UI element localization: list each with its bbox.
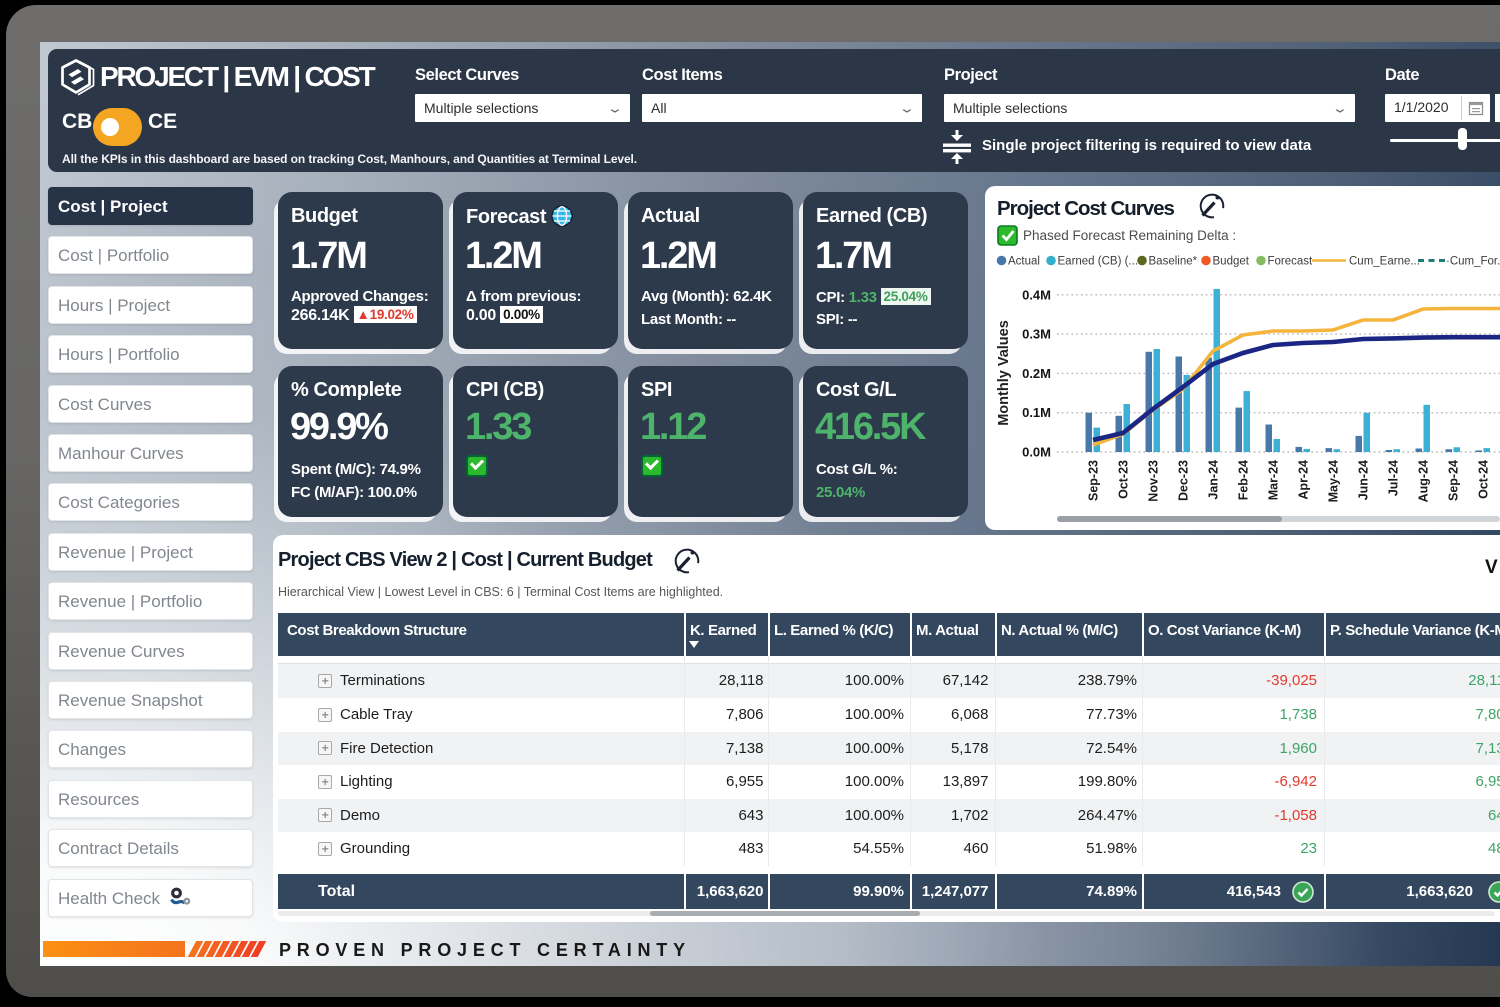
svg-text:Jan-24: Jan-24 xyxy=(1207,460,1221,500)
svg-text:Oct-24: Oct-24 xyxy=(1477,460,1491,499)
svg-text:Monthly Values: Monthly Values xyxy=(996,320,1012,426)
svg-text:Phased Forecast Remaining Delt: Phased Forecast Remaining Delta : xyxy=(1023,228,1236,243)
svg-text:0.2M: 0.2M xyxy=(1022,366,1051,381)
svg-text:0.4M: 0.4M xyxy=(1022,287,1051,302)
svg-text:May-24: May-24 xyxy=(1327,460,1341,502)
svg-text:Sep-24: Sep-24 xyxy=(1447,460,1461,501)
svg-text:Feb-24: Feb-24 xyxy=(1237,460,1251,500)
svg-text:Oct-23: Oct-23 xyxy=(1117,460,1131,499)
svg-text:Nov-23: Nov-23 xyxy=(1147,460,1161,502)
svg-text:Dec-23: Dec-23 xyxy=(1177,460,1191,501)
svg-text:Actual: Actual xyxy=(1008,256,1040,268)
svg-text:Baseline*: Baseline* xyxy=(1149,256,1198,268)
svg-text:Apr-24: Apr-24 xyxy=(1297,460,1311,500)
svg-text:Aug-24: Aug-24 xyxy=(1417,460,1431,502)
svg-text:0.0M: 0.0M xyxy=(1022,445,1051,460)
svg-text:Forecast: Forecast xyxy=(1268,256,1314,268)
svg-text:Budget: Budget xyxy=(1213,256,1250,268)
svg-text:0.3M: 0.3M xyxy=(1022,327,1051,342)
svg-text:Earned (CB) (...: Earned (CB) (... xyxy=(1058,256,1139,268)
svg-text:Jul-24: Jul-24 xyxy=(1387,460,1401,496)
svg-text:·Cum_For...: ·Cum_For... xyxy=(1446,256,1500,268)
svg-text:0.1M: 0.1M xyxy=(1022,405,1051,420)
svg-text:Mar-24: Mar-24 xyxy=(1267,460,1281,500)
svg-text:Project Cost Curves: Project Cost Curves xyxy=(997,197,1175,220)
svg-text:Cum_Earne...: Cum_Earne... xyxy=(1349,256,1420,268)
svg-text:Jun-24: Jun-24 xyxy=(1357,460,1371,500)
svg-text:Sep-23: Sep-23 xyxy=(1087,460,1101,501)
